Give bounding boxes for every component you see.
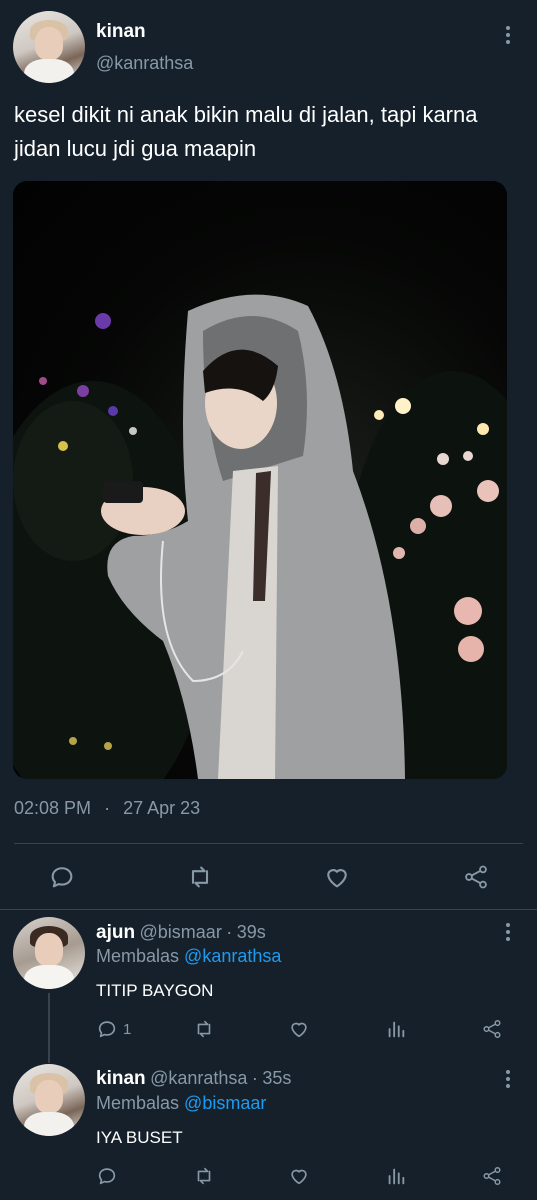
reply-time-separator: · — [226, 922, 233, 942]
reply-more-options-icon[interactable] — [505, 1070, 511, 1091]
author-handle[interactable]: @kanrathsa — [96, 53, 193, 74]
reply-icon[interactable] — [48, 863, 76, 891]
share-icon[interactable] — [462, 863, 490, 891]
replying-label: Membalas — [96, 1093, 180, 1113]
divider-bottom — [0, 909, 537, 910]
divider-top — [14, 843, 523, 844]
reply-like-icon[interactable] — [288, 1165, 310, 1187]
tweet-text: kesel dikit ni anak bikin malu di jalan,… — [14, 102, 478, 161]
reply-header: kinan @kanrathsa · 35s — [96, 1068, 291, 1090]
reply-analytics-icon[interactable] — [385, 1018, 407, 1040]
reply-avatar[interactable] — [13, 917, 85, 989]
replying-to: Membalas @kanrathsa — [96, 946, 281, 967]
like-icon[interactable] — [323, 863, 351, 891]
more-options-icon[interactable] — [505, 26, 511, 47]
reply-analytics-icon[interactable] — [385, 1165, 407, 1187]
photo-illustration — [13, 294, 507, 779]
reply-more-options-icon[interactable] — [505, 923, 511, 944]
reply-avatar[interactable] — [13, 1064, 85, 1136]
author-name[interactable]: kinan — [96, 21, 146, 43]
reply-share-icon[interactable] — [481, 1165, 503, 1187]
tweet-time: 02:08 PM — [14, 798, 92, 818]
meta-separator: · — [104, 798, 111, 818]
reply-time-separator: · — [251, 1068, 258, 1088]
reply-time: 39s — [236, 922, 266, 942]
reply-count: 1 — [123, 1020, 132, 1038]
author-avatar[interactable] — [13, 11, 85, 83]
tweet-photo[interactable] — [13, 181, 507, 779]
tweet-date: 27 Apr 23 — [123, 798, 201, 818]
replying-to: Membalas @bismaar — [96, 1093, 266, 1114]
retweet-icon[interactable] — [185, 863, 215, 891]
reply-reply-icon[interactable] — [96, 1165, 118, 1187]
reply-author-handle[interactable]: @kanrathsa — [150, 1068, 247, 1088]
reply-reply-icon[interactable]: 1 — [96, 1018, 131, 1040]
reply-text: TITIP BAYGON — [96, 981, 214, 1000]
reply-author-name[interactable]: ajun — [96, 922, 135, 943]
reply-author-name[interactable]: kinan — [96, 1068, 146, 1089]
tweet-timestamp[interactable]: 02:08 PM · 27 Apr 23 — [14, 798, 200, 819]
thread-connector — [48, 993, 50, 1063]
reply-retweet-icon[interactable] — [192, 1018, 216, 1040]
reply-author-handle[interactable]: @bismaar — [140, 922, 222, 942]
reply-retweet-icon[interactable] — [192, 1165, 216, 1187]
reply-time: 35s — [262, 1068, 292, 1088]
reply-share-icon[interactable] — [481, 1018, 503, 1040]
reply-text: IYA BUSET — [96, 1128, 183, 1147]
replying-to-link[interactable]: @bismaar — [184, 1093, 266, 1113]
reply-header: ajun @bismaar · 39s — [96, 922, 266, 944]
reply-like-icon[interactable] — [288, 1018, 310, 1040]
replying-label: Membalas — [96, 946, 180, 966]
replying-to-link[interactable]: @kanrathsa — [184, 946, 281, 966]
